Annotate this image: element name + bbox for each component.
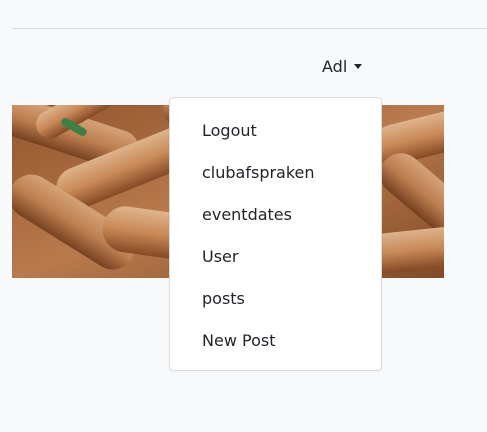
menu-item-posts[interactable]: posts: [202, 289, 245, 309]
menu-item-clubafspraken[interactable]: clubafspraken: [202, 163, 315, 183]
navbar-divider: [12, 28, 487, 29]
caret-down-icon: [354, 64, 363, 69]
menu-item-eventdates[interactable]: eventdates: [202, 205, 292, 225]
top-navbar: [0, 0, 487, 28]
user-name-label: Adl: [322, 56, 348, 76]
user-dropdown-menu: Logout clubafspraken eventdates User pos…: [169, 97, 382, 371]
menu-item-user[interactable]: User: [202, 247, 238, 267]
user-dropdown-toggle[interactable]: Adl: [322, 56, 363, 76]
menu-item-new-post[interactable]: New Post: [202, 331, 275, 351]
menu-item-logout[interactable]: Logout: [202, 121, 257, 141]
